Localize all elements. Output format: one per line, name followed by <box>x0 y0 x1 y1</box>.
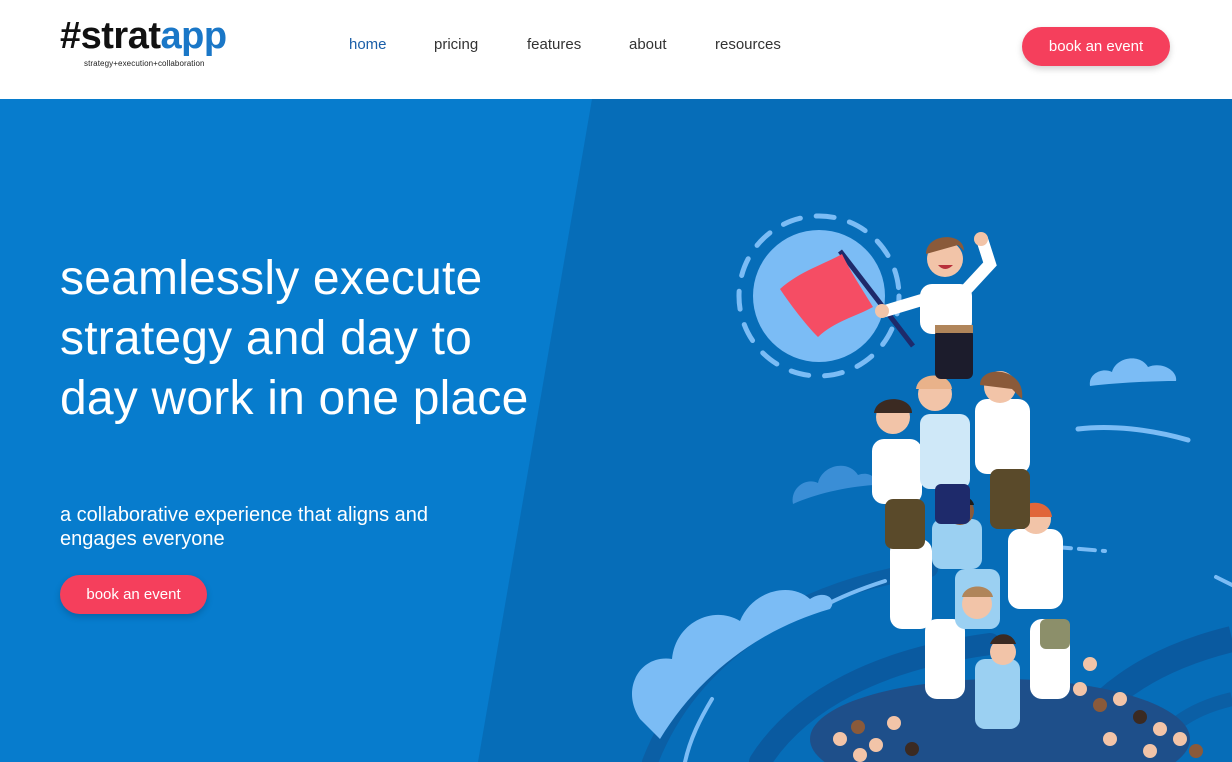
site-header: #stratapp strategy+execution+collaborati… <box>0 0 1232 99</box>
logo-app: app <box>160 15 228 57</box>
cloud-small-right <box>1089 358 1177 386</box>
wind-line-5 <box>683 697 714 762</box>
wind-line-1 <box>1075 424 1191 443</box>
hero-headline: seamlessly execute strategy and day to d… <box>60 252 529 425</box>
logo-hash: #strat <box>60 15 161 57</box>
book-event-header-button[interactable]: book an event <box>1022 27 1170 66</box>
logo-tagline: strategy+execution+collaboration <box>84 59 205 68</box>
hero-subheadline: a collaborative experience that aligns a… <box>60 504 429 550</box>
nav-pricing[interactable]: pricing <box>434 36 478 53</box>
nav-resources[interactable]: resources <box>715 36 781 53</box>
nav-home[interactable]: home <box>349 36 387 53</box>
nav-about[interactable]: about <box>629 36 667 53</box>
logo-wordmark: #stratapp <box>60 16 227 56</box>
hero-left-panel <box>0 99 592 762</box>
nav-features[interactable]: features <box>527 36 581 53</box>
wind-line-3 <box>1214 575 1232 587</box>
team-pyramid-flag-illustration <box>631 213 1232 762</box>
cloud-small-left <box>792 465 875 504</box>
hero-background <box>0 99 1232 762</box>
logo[interactable]: #stratapp strategy+execution+collaborati… <box>60 16 227 68</box>
hero-section: seamlessly execute strategy and day to d… <box>0 99 1232 762</box>
book-event-hero-button[interactable]: book an event <box>60 575 207 614</box>
